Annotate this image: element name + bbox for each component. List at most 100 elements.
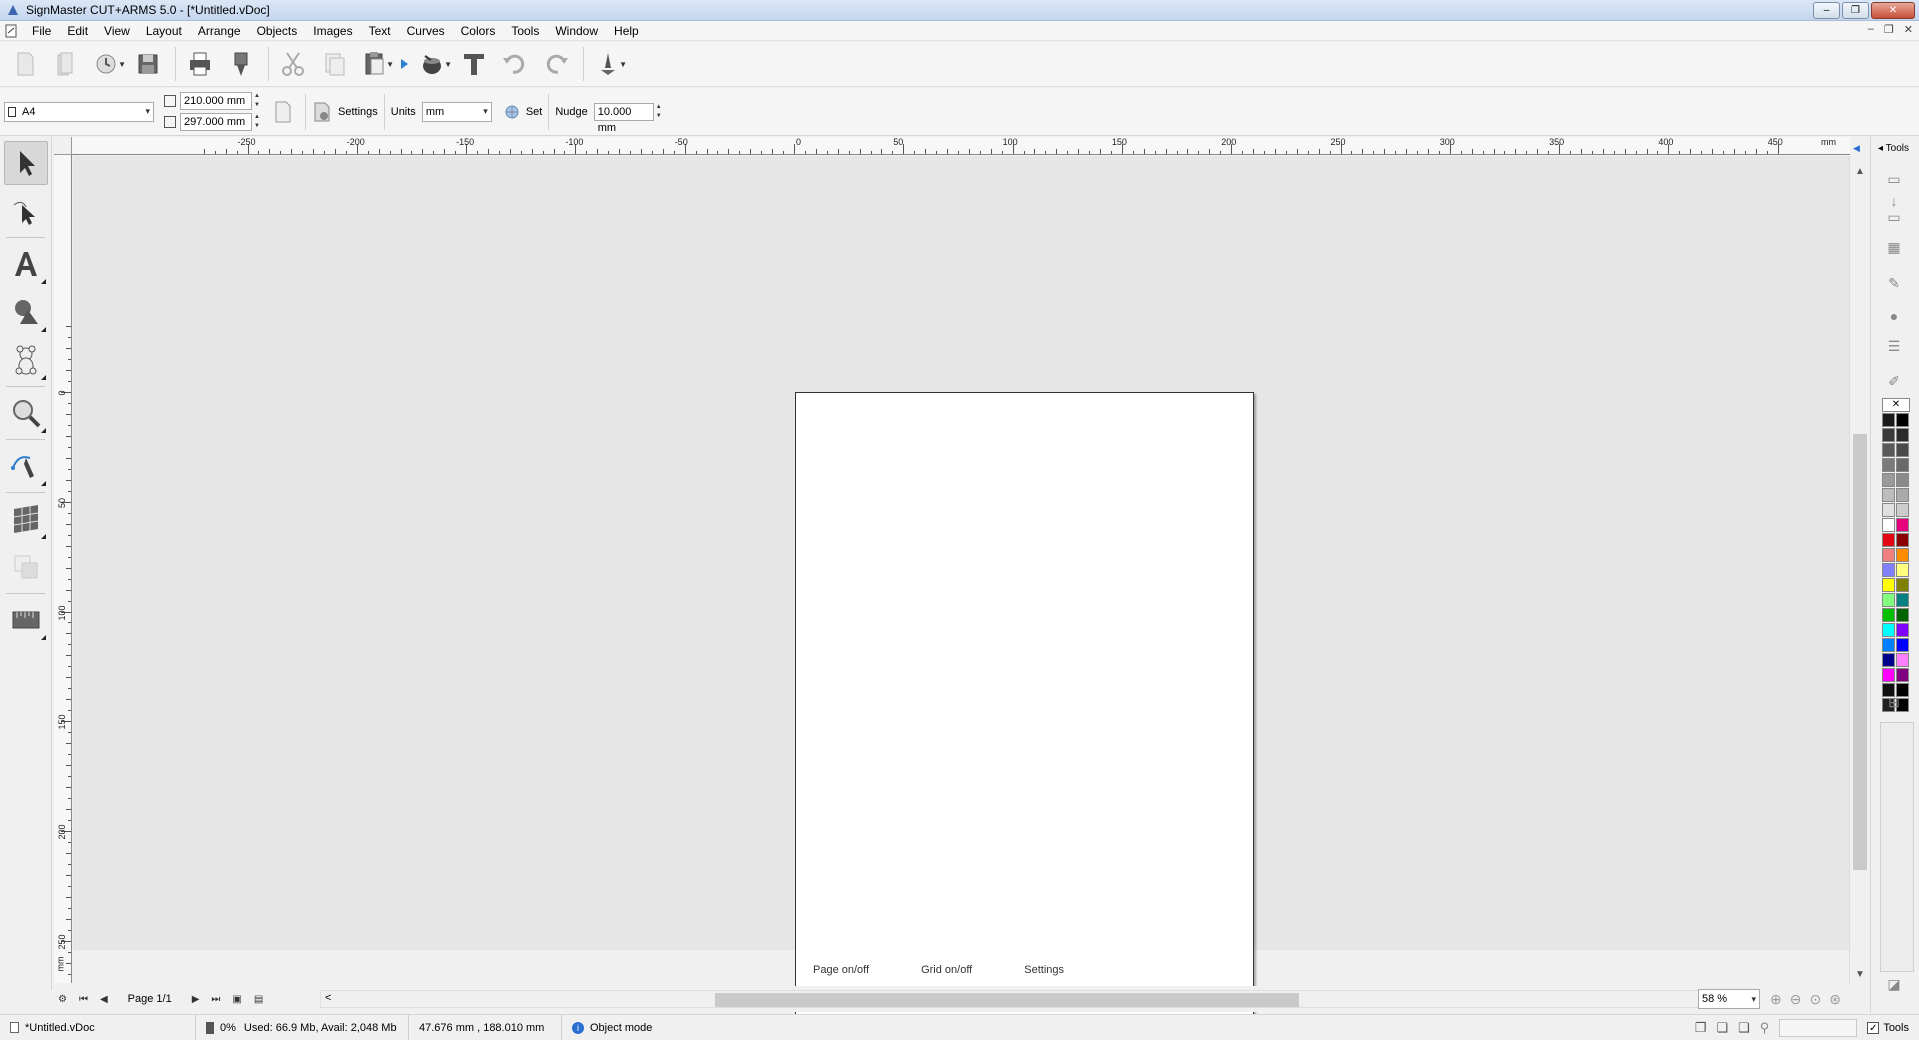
color-swatch[interactable] <box>1882 638 1895 652</box>
zoom-out-icon[interactable]: ⊖ <box>1790 991 1802 1008</box>
text-tool[interactable] <box>4 242 48 286</box>
new-document-button[interactable] <box>6 45 44 83</box>
docker-tab-tools[interactable]: ◂ Tools <box>1878 143 1909 154</box>
drawing-canvas[interactable] <box>73 156 1849 1040</box>
redo-button[interactable] <box>537 45 575 83</box>
tools-checkbox[interactable]: ✓ <box>1867 1022 1880 1034</box>
zoom-fit-icon[interactable]: ⊛ <box>1829 991 1841 1008</box>
color-swatch[interactable] <box>1882 548 1895 562</box>
add-page-icon[interactable]: ▣ <box>232 994 241 1005</box>
save-button[interactable] <box>129 45 167 83</box>
color-swatch[interactable] <box>1882 533 1895 547</box>
page-blank-icon[interactable]: ▭ <box>1885 170 1903 188</box>
color-swatch[interactable] <box>1882 488 1895 502</box>
maximize-button[interactable]: ❐ <box>1842 2 1869 19</box>
color-swatch[interactable] <box>1896 563 1909 577</box>
color-swatch[interactable] <box>1896 578 1909 592</box>
zoom-in-icon[interactable]: ⊕ <box>1770 991 1782 1008</box>
image-icon[interactable]: ▦ <box>1885 238 1903 256</box>
color-swatch[interactable] <box>1896 623 1909 637</box>
delete-page-icon[interactable]: ▤ <box>254 994 263 1005</box>
recent-files-button[interactable]: ▼ <box>88 45 126 83</box>
canvas-settings-link[interactable]: Settings <box>1024 964 1064 976</box>
menu-curves[interactable]: Curves <box>399 21 453 41</box>
menu-colors[interactable]: Colors <box>453 21 504 41</box>
color-swatch[interactable] <box>1882 668 1895 682</box>
pick-tool[interactable] <box>4 141 48 185</box>
menu-images[interactable]: Images <box>305 21 360 41</box>
horizontal-ruler[interactable]: -250 -200 -150 -100 -50 0 50 100 150 200 250 300 350… <box>72 137 1850 155</box>
first-page-icon[interactable]: ⏮ <box>79 994 88 1005</box>
cut-button[interactable] <box>274 45 312 83</box>
menu-window[interactable]: Window <box>547 21 606 41</box>
circle-fill-icon[interactable]: ● <box>1885 307 1903 325</box>
group-icon[interactable]: ❑ <box>1738 1020 1750 1036</box>
menu-layout[interactable]: Layout <box>138 21 190 41</box>
color-swatch[interactable] <box>1882 443 1895 457</box>
measure-tool[interactable] <box>4 598 48 642</box>
open-document-button[interactable] <box>47 45 85 83</box>
shape-tool[interactable] <box>4 189 48 233</box>
color-swatch[interactable] <box>1896 548 1909 562</box>
paint-icon[interactable]: ✎ <box>1885 274 1903 292</box>
color-swatch[interactable] <box>1882 413 1895 427</box>
height-spinner[interactable]: ▲ ▼ <box>252 113 262 131</box>
color-swatch[interactable] <box>1896 593 1909 607</box>
orientation-button[interactable] <box>270 97 296 127</box>
mdi-close-button[interactable]: ✕ <box>1904 23 1913 36</box>
page[interactable] <box>795 392 1254 1040</box>
color-swatch[interactable] <box>1882 428 1895 442</box>
print-button[interactable] <box>181 45 219 83</box>
front-to-back-icon[interactable]: ❐ <box>1695 1020 1707 1036</box>
page-height-field[interactable]: 297.000 mm <box>180 113 252 131</box>
next-page-icon[interactable]: ▶ <box>192 994 200 1005</box>
color-swatch[interactable] <box>1882 563 1895 577</box>
lines-icon[interactable]: ☰ <box>1885 337 1903 355</box>
color-swatch[interactable] <box>1896 533 1909 547</box>
cut-to-plotter-button[interactable] <box>222 45 260 83</box>
ruler-origin[interactable] <box>54 137 72 155</box>
toolbar-expand-button[interactable] <box>397 45 411 83</box>
zoom-page-icon[interactable]: ⊙ <box>1809 991 1821 1008</box>
blank-doc-icon[interactable]: ▭ <box>1885 208 1903 226</box>
close-button[interactable]: ✕ <box>1871 2 1915 19</box>
color-swatch[interactable] <box>1882 503 1895 517</box>
color-swatch[interactable] <box>1882 473 1895 487</box>
color-swatch[interactable] <box>1882 623 1895 637</box>
menu-objects[interactable]: Objects <box>249 21 306 41</box>
color-swatch[interactable] <box>1896 638 1909 652</box>
zoom-tool[interactable] <box>4 391 48 435</box>
color-swatch[interactable] <box>1882 578 1895 592</box>
color-swatch[interactable] <box>1896 653 1909 667</box>
docker-collapse-icon[interactable]: ◀ <box>1853 143 1860 154</box>
color-swatch[interactable] <box>1896 458 1909 472</box>
weed-tool-button[interactable]: ▼ <box>589 45 627 83</box>
color-swatch[interactable] <box>1896 488 1909 502</box>
color-swatch[interactable] <box>1896 443 1909 457</box>
minimize-button[interactable]: ‒ <box>1813 2 1840 19</box>
page-width-field[interactable]: 210.000 mm <box>180 92 252 110</box>
set-units-button[interactable]: Set <box>504 104 542 120</box>
color-swatch[interactable] <box>1882 458 1895 472</box>
menu-view[interactable]: View <box>96 21 138 41</box>
color-swatch[interactable] <box>1882 653 1895 667</box>
fill-outline-icon[interactable]: ◪ <box>1885 975 1903 993</box>
color-swatch[interactable] <box>1896 473 1909 487</box>
pen-tool[interactable] <box>4 444 48 488</box>
document-icon[interactable] <box>4 24 18 38</box>
zoom-select[interactable]: 58 % ▾ <box>1698 989 1760 1009</box>
copy-button[interactable] <box>315 45 353 83</box>
menu-tools[interactable]: Tools <box>503 21 547 41</box>
filter-icon[interactable]: ⚲ <box>1760 1020 1770 1036</box>
color-swatch[interactable] <box>1896 608 1909 622</box>
menu-help[interactable]: Help <box>606 21 647 41</box>
vertical-ruler[interactable]: 050100150200250300mm <box>54 155 72 983</box>
color-swatch[interactable] <box>1882 518 1895 532</box>
scroll-down-icon[interactable]: ▼ <box>1855 969 1865 980</box>
weld-tool[interactable] <box>4 545 48 589</box>
color-swatch[interactable] <box>1896 428 1909 442</box>
fill-bucket-button[interactable]: ▼ <box>414 45 452 83</box>
menu-arrange[interactable]: Arrange <box>190 21 249 41</box>
scroll-left-icon[interactable]: < <box>325 992 331 1004</box>
scroll-up-icon[interactable]: ▲ <box>1855 166 1865 177</box>
